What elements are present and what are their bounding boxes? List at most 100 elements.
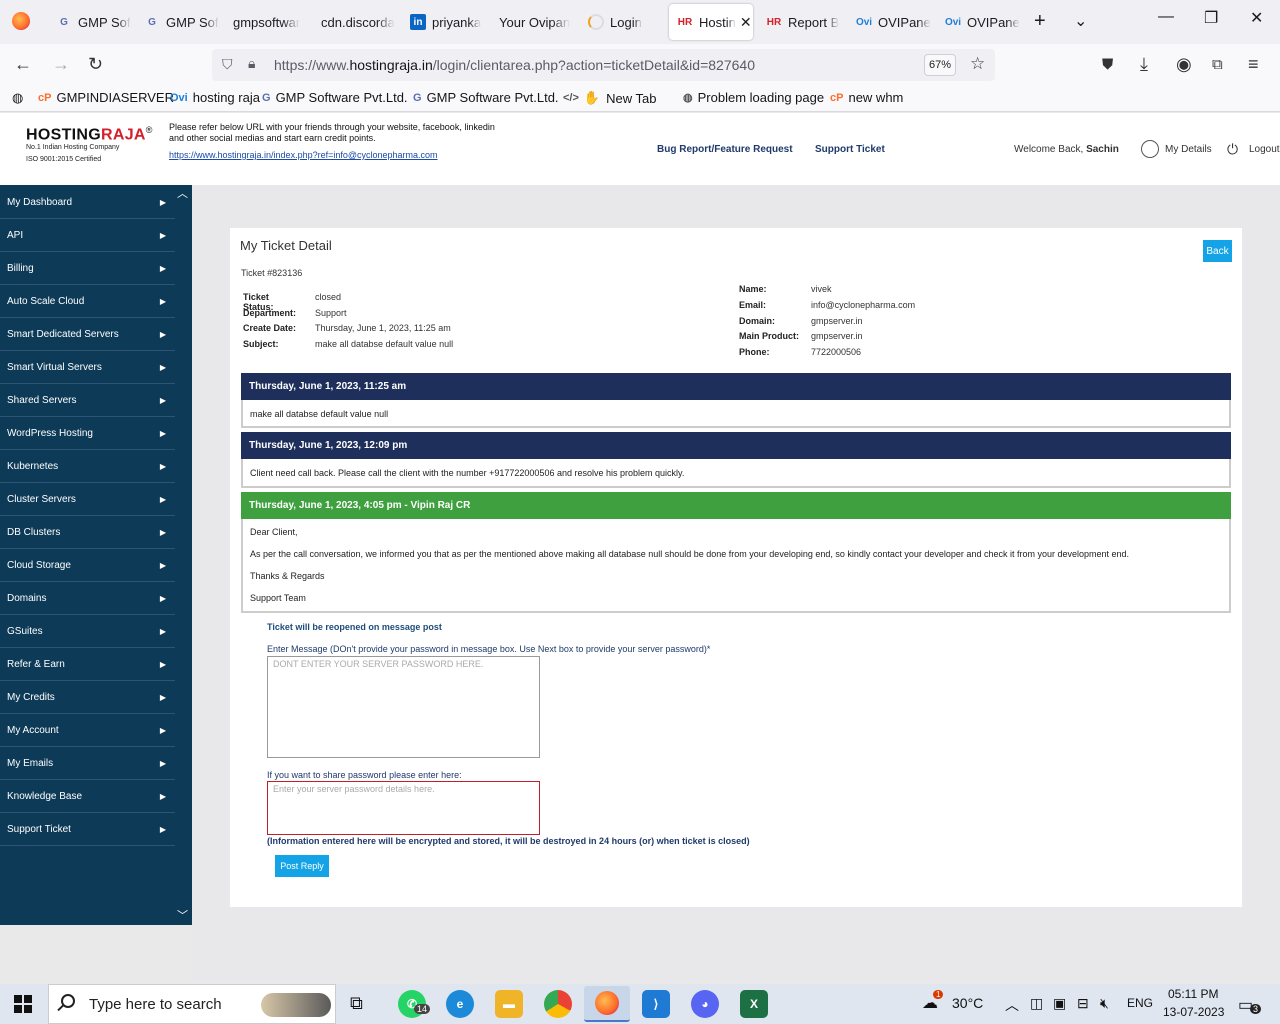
caret-right-icon: ▶ xyxy=(159,329,166,339)
tab-ovipanel-2[interactable]: Ovi OVIPane xyxy=(848,4,936,40)
language-indicator[interactable]: ENG xyxy=(1127,996,1153,1010)
bookmark-gmpindiaserver[interactable]: cP GMPINDIASERVER xyxy=(38,90,174,105)
tab-gmp-1[interactable]: G GMP Sof xyxy=(48,4,136,40)
tab-gmp-2[interactable]: G GMP Sof xyxy=(136,4,224,40)
edge-icon[interactable]: e xyxy=(446,990,474,1018)
bookmark-star-icon[interactable]: ☆ xyxy=(970,54,985,74)
account-icon[interactable]: ◉ xyxy=(1176,54,1192,75)
network-icon[interactable]: ⊟ xyxy=(1077,995,1089,1012)
caret-right-icon: ▶ xyxy=(159,791,166,801)
restore-icon[interactable]: ❐ xyxy=(1204,8,1218,28)
hand-icon: ✋ xyxy=(583,90,601,105)
tab-hostingraja-active[interactable]: HR Hostin ✕ xyxy=(669,4,753,40)
sidebar-item-cluster-servers[interactable]: Cluster Servers ▶ xyxy=(0,483,175,516)
sidebar-item-kubernetes[interactable]: Kubernetes ▶ xyxy=(0,450,175,483)
new-tab-plus-icon[interactable]: + xyxy=(1034,10,1046,33)
hamburger-menu-icon[interactable]: ≡ xyxy=(1248,54,1259,75)
tab-gmpsoftware[interactable]: gmpsoftwar xyxy=(225,4,313,40)
logout-icon[interactable]: ⏻ xyxy=(1227,141,1238,158)
reload-icon[interactable]: ↻ xyxy=(88,54,103,75)
sidebar-item-my-account[interactable]: My Account ▶ xyxy=(0,714,175,747)
bookmark-hosting-raja[interactable]: Ovi hosting raja xyxy=(170,90,260,105)
firefox-taskbar-icon[interactable] xyxy=(584,986,630,1022)
extensions-icon[interactable]: ⧉ xyxy=(1212,56,1223,73)
back-arrow-icon[interactable]: ← xyxy=(14,54,32,75)
windows-start-icon[interactable] xyxy=(14,995,32,1013)
camera-icon[interactable]: ▣ xyxy=(1053,995,1066,1012)
list-tabs-chevron-icon[interactable]: ⌄ xyxy=(1074,11,1087,31)
downloads-icon[interactable]: ⤓ xyxy=(1140,54,1148,75)
bookmark-gmp-software-2[interactable]: G GMP Software Pvt.Ltd. xyxy=(413,90,559,105)
sidebar-item-smart-virtual[interactable]: Smart Virtual Servers ▶ xyxy=(0,351,175,384)
tab-report-bug[interactable]: HR Report B xyxy=(758,4,846,40)
excel-icon[interactable]: X xyxy=(740,990,768,1018)
sidebar-scroll-down-icon[interactable]: ﹀ xyxy=(177,907,188,923)
speaker-muted-icon[interactable]: 🔇︎ xyxy=(1100,995,1109,1012)
sidebar-item-billing[interactable]: Billing ▶ xyxy=(0,252,175,285)
tab-linkedin[interactable]: in priyanka xyxy=(402,4,490,40)
forward-arrow-icon[interactable]: → xyxy=(52,54,70,75)
shield-icon[interactable]: ⛉ xyxy=(222,56,233,73)
sidebar-item-wordpress[interactable]: WordPress Hosting ▶ xyxy=(0,417,175,450)
caret-right-icon: ▶ xyxy=(159,560,166,570)
tab-ovipanel-3[interactable]: Ovi OVIPane xyxy=(937,4,1025,40)
refer-link[interactable]: https://www.hostingraja.in/index.php?ref… xyxy=(169,150,438,160)
zoom-level-badge[interactable]: 67% xyxy=(924,54,956,76)
message-textarea[interactable] xyxy=(267,656,540,758)
clock-date[interactable]: 13-07-2023 xyxy=(1163,1005,1224,1019)
lock-icon[interactable]: 🔒︎ xyxy=(248,55,255,72)
sidebar-item-cloud-storage[interactable]: Cloud Storage ▶ xyxy=(0,549,175,582)
sidebar-item-smart-dedicated[interactable]: Smart Dedicated Servers ▶ xyxy=(0,318,175,351)
sidebar-item-my-credits[interactable]: My Credits ▶ xyxy=(0,681,175,714)
hostingraja-logo[interactable]: HOSTINGRAJA® xyxy=(26,125,153,144)
sidebar-item-my-dashboard[interactable]: My Dashboard ▶ xyxy=(0,186,175,219)
discord-icon[interactable]: ◕ xyxy=(691,990,719,1018)
meet-now-icon[interactable]: ◫ xyxy=(1030,995,1043,1012)
back-button[interactable]: Back xyxy=(1203,240,1232,262)
clock-time[interactable]: 05:11 PM xyxy=(1168,987,1218,1001)
sidebar-item-support-ticket[interactable]: Support Ticket ▶ xyxy=(0,813,175,846)
sidebar-item-my-emails[interactable]: My Emails ▶ xyxy=(0,747,175,780)
taskbar-search-box[interactable]: Type here to search xyxy=(48,984,336,1024)
logo-tagline: No.1 Indian Hosting Company xyxy=(26,144,120,151)
tab-login[interactable]: Login xyxy=(580,4,668,40)
sidebar-item-domains[interactable]: Domains ▶ xyxy=(0,582,175,615)
sidebar-item-knowledge-base[interactable]: Knowledge Base ▶ xyxy=(0,780,175,813)
chevron-up-icon[interactable]: ︿ xyxy=(1005,995,1019,1015)
file-explorer-icon[interactable]: ▬ xyxy=(495,990,523,1018)
logout-link[interactable]: Logout xyxy=(1249,144,1280,155)
post-reply-button[interactable]: Post Reply xyxy=(275,855,329,877)
weather-temp[interactable]: 30°C xyxy=(952,995,983,1011)
support-ticket-link[interactable]: Support Ticket xyxy=(815,144,885,155)
task-view-icon[interactable]: ⧉ xyxy=(350,993,363,1014)
sidebar-item-gsuites[interactable]: GSuites ▶ xyxy=(0,615,175,648)
sidebar-item-auto-scale-cloud[interactable]: Auto Scale Cloud ▶ xyxy=(0,285,175,318)
url-text[interactable]: https://www.hostingraja.in/login/clienta… xyxy=(274,57,755,73)
bookmark-new-tab[interactable]: </> ✋ New Tab xyxy=(563,90,656,106)
bookmark-new-whm[interactable]: cP new whm xyxy=(830,90,903,105)
sidebar-item-api[interactable]: API ▶ xyxy=(0,219,175,252)
bookmark-gmp-software-1[interactable]: G GMP Software Pvt.Ltd. xyxy=(262,90,408,105)
password-textarea[interactable] xyxy=(267,781,540,835)
sidebar-item-shared-servers[interactable]: Shared Servers ▶ xyxy=(0,384,175,417)
sidebar-item-db-clusters[interactable]: DB Clusters ▶ xyxy=(0,516,175,549)
close-tab-icon[interactable]: ✕ xyxy=(740,14,752,31)
my-details-link[interactable]: My Details xyxy=(1165,144,1212,155)
bookmark-problem-loading[interactable]: ◍ Problem loading page xyxy=(683,90,824,105)
minimize-icon[interactable]: — xyxy=(1158,8,1174,26)
sidebar-scroll-up-icon[interactable]: ︿ xyxy=(177,185,188,201)
url-bar[interactable]: ⛉ 🔒︎ https://www.hostingraja.in/login/cl… xyxy=(212,49,995,81)
sidebar-item-refer-earn[interactable]: Refer & Earn ▶ xyxy=(0,648,175,681)
tab-ovipanel-1[interactable]: Your Ovipan xyxy=(491,4,579,40)
browser-tab-bar: G GMP Sof G GMP Sof gmpsoftwar cdn.disco… xyxy=(0,0,1280,44)
globe-icon[interactable]: ◍ xyxy=(12,90,23,106)
pocket-icon[interactable]: ⛊ xyxy=(1102,56,1113,73)
vscode-icon[interactable]: ⟩ xyxy=(642,990,670,1018)
bug-report-link[interactable]: Bug Report/Feature Request xyxy=(657,144,793,155)
chrome-icon[interactable] xyxy=(544,990,572,1018)
tab-discord-cdn[interactable]: cdn.discorda xyxy=(313,4,401,40)
bookmarks-bar: ◍ cP GMPINDIASERVER Ovi hosting raja G GMP … xyxy=(0,86,1280,112)
firefox-menu-icon[interactable] xyxy=(12,12,30,30)
close-window-icon[interactable]: ✕ xyxy=(1250,8,1263,28)
user-icon[interactable] xyxy=(1141,140,1159,158)
